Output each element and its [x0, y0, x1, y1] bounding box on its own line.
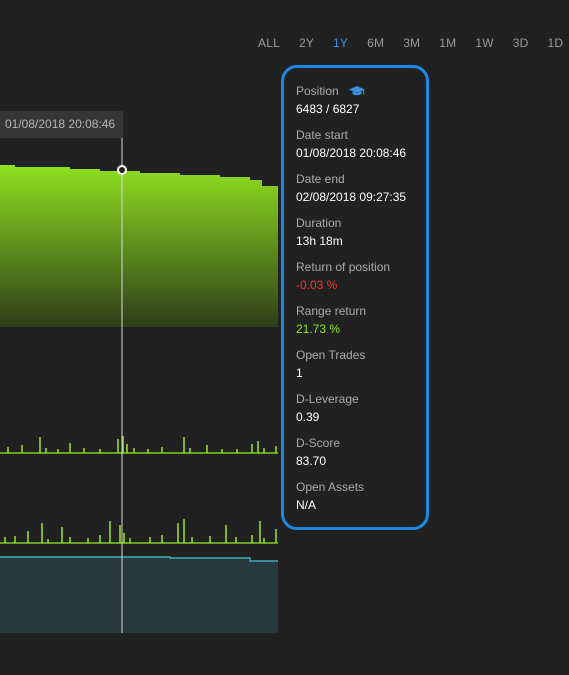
- range-button-1w[interactable]: 1W: [475, 36, 493, 50]
- field-open-assets: Open Assets N/A: [296, 478, 426, 522]
- open-assets-label: Open Assets: [296, 480, 365, 494]
- position-label: Position: [296, 84, 339, 98]
- indicator-2-spikes: [4, 519, 277, 543]
- teal-area-series: [0, 557, 278, 633]
- duration-label: Duration: [296, 216, 342, 230]
- range-button-2y[interactable]: 2Y: [299, 36, 314, 50]
- range-button-all[interactable]: ALL: [258, 36, 280, 50]
- indicator-1-spikes: [7, 436, 277, 453]
- open-trades-value: 1: [296, 366, 303, 380]
- date-start-label: Date start: [296, 128, 349, 142]
- range-button-3d[interactable]: 3D: [513, 36, 529, 50]
- field-position: Position 6483 / 6827: [296, 82, 426, 126]
- date-end-value: 02/08/2018 09:27:35: [296, 190, 407, 204]
- field-date-start: Date start 01/08/2018 20:08:46: [296, 126, 426, 170]
- time-range-selector: ALL 2Y 1Y 6M 3M 1M 1W 3D 1D: [258, 35, 569, 51]
- field-d-leverage: D-Leverage 0.39: [296, 390, 426, 434]
- field-duration: Duration 13h 18m: [296, 214, 426, 258]
- field-date-end: Date end 02/08/2018 09:27:35: [296, 170, 426, 214]
- field-d-score: D-Score 83.70: [296, 434, 426, 478]
- range-button-6m[interactable]: 6M: [367, 36, 384, 50]
- range-button-3m[interactable]: 3M: [403, 36, 420, 50]
- return-of-position-value: -0.03 %: [296, 278, 338, 292]
- crosshair-date-label: 01/08/2018 20:08:46: [0, 111, 123, 138]
- d-leverage-value: 0.39: [296, 410, 320, 424]
- open-assets-value: N/A: [296, 498, 317, 512]
- range-button-1m[interactable]: 1M: [439, 36, 456, 50]
- field-return-of-position: Return of position -0.03 %: [296, 258, 426, 302]
- range-button-1y[interactable]: 1Y: [333, 36, 348, 50]
- chart-view: 01/08/2018 20:08:46 ALL 2Y 1Y 6M 3M 1M 1…: [0, 0, 569, 675]
- main-area-series: [0, 165, 278, 327]
- date-start-value: 01/08/2018 20:08:46: [296, 146, 407, 160]
- return-of-position-label: Return of position: [296, 260, 391, 274]
- position-info-panel: Position 6483 / 6827 Date start 01/08/20…: [281, 65, 429, 530]
- open-trades-label: Open Trades: [296, 348, 366, 362]
- graduation-cap-icon[interactable]: [348, 85, 365, 97]
- d-leverage-label: D-Leverage: [296, 392, 359, 406]
- d-score-value: 83.70: [296, 454, 327, 468]
- field-open-trades: Open Trades 1: [296, 346, 426, 390]
- date-end-label: Date end: [296, 172, 345, 186]
- range-return-value: 21.73 %: [296, 322, 341, 336]
- range-return-label: Range return: [296, 304, 367, 318]
- duration-value: 13h 18m: [296, 234, 343, 248]
- crosshair-marker: [117, 165, 127, 175]
- range-button-1d[interactable]: 1D: [548, 36, 564, 50]
- position-value: 6483 / 6827: [296, 102, 360, 116]
- d-score-label: D-Score: [296, 436, 341, 450]
- field-range-return: Range return 21.73 %: [296, 302, 426, 346]
